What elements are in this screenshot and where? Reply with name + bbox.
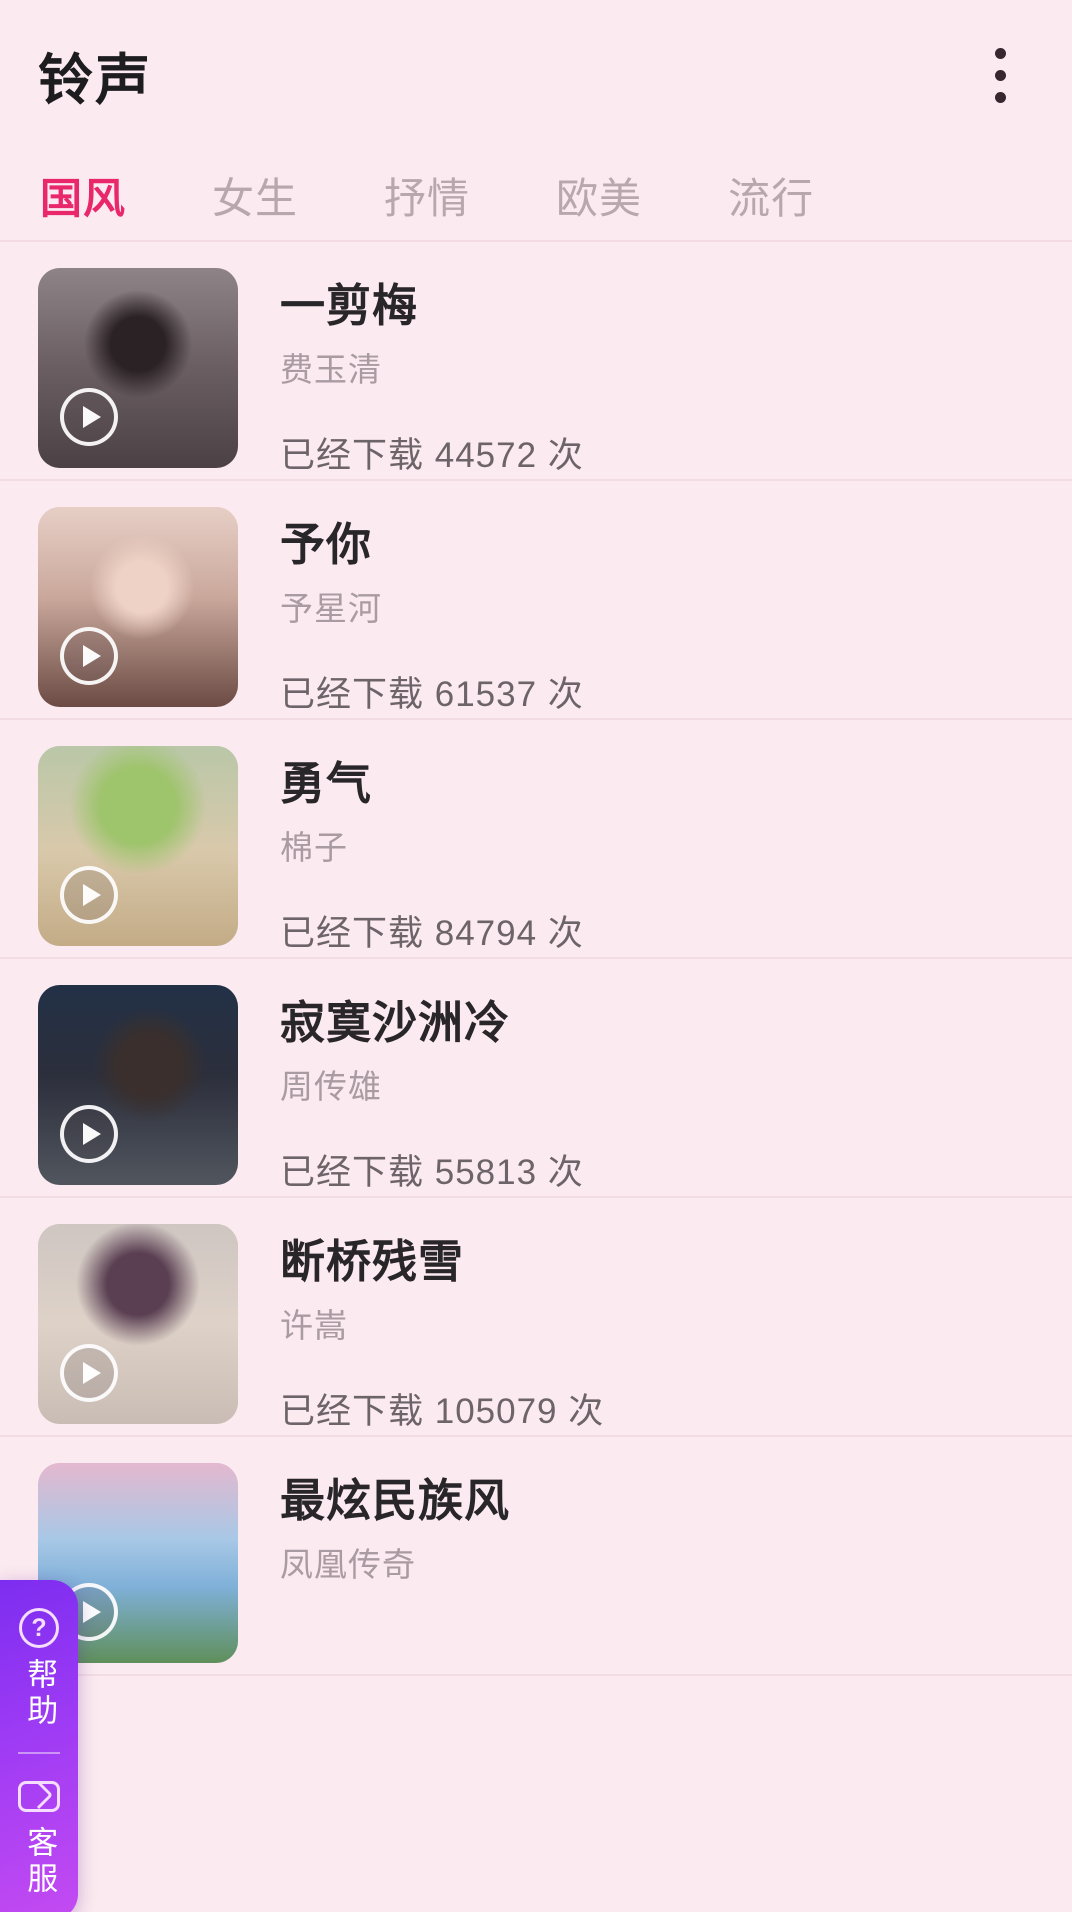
envelope-icon (17, 1774, 61, 1818)
ringtone-thumbnail[interactable] (38, 985, 238, 1185)
ringtone-thumbnail[interactable] (38, 746, 238, 946)
ringtone-info: 勇气棉子已经下载 84794 次 (238, 746, 1072, 956)
ringtone-title: 最炫民族风 (280, 1475, 511, 1526)
ringtone-artist: 凤凰传奇 (280, 1545, 416, 1583)
play-icon[interactable] (60, 1105, 118, 1163)
ringtone-thumbnail[interactable] (38, 1224, 238, 1424)
ringtone-thumbnail[interactable] (38, 507, 238, 707)
tab-0[interactable]: 国风 (40, 165, 126, 226)
ringtone-artist: 许嵩 (280, 1306, 348, 1344)
ringtone-row[interactable]: 最炫民族风 凤凰传奇 (0, 1437, 1072, 1676)
ringtone-title: 予你 (280, 519, 373, 570)
help-label: 帮助 (22, 1658, 58, 1730)
ringtone-row[interactable]: 一剪梅费玉清已经下载 44572 次 (0, 242, 1072, 481)
tab-2[interactable]: 抒情 (384, 165, 470, 226)
ringtone-row[interactable]: 断桥残雪许嵩已经下载 105079 次 (0, 1198, 1072, 1437)
ringtone-download-count: 已经下载 44572 次 (280, 435, 584, 475)
menu-dot (994, 91, 1006, 103)
category-tab-bar: 国风 女生 抒情 欧美 流行 (0, 150, 1072, 242)
page-title: 铃声 (38, 49, 153, 111)
ringtone-info: 寂寞沙洲冷周传雄已经下载 55813 次 (238, 985, 1072, 1195)
ringtone-download-count: 已经下载 55813 次 (280, 1152, 584, 1192)
ringtone-artist: 费玉清 (280, 350, 382, 388)
menu-dot (994, 69, 1006, 81)
ringtone-title: 一剪梅 (280, 280, 419, 331)
ringtone-row[interactable]: 勇气棉子已经下载 84794 次 (0, 720, 1072, 959)
ringtone-info: 予你予星河已经下载 61537 次 (238, 507, 1072, 717)
customer-service-label: 客服 (22, 1826, 58, 1898)
ringtone-info: 断桥残雪许嵩已经下载 105079 次 (238, 1224, 1072, 1434)
tab-3[interactable]: 欧美 (556, 165, 642, 226)
customer-service-entry[interactable]: 客服 (6, 1770, 71, 1906)
question-circle-icon: ? (17, 1606, 61, 1650)
ringtone-artist: 棉子 (280, 828, 348, 866)
ringtone-info: 一剪梅费玉清已经下载 44572 次 (238, 268, 1072, 478)
ringtone-artist: 予星河 (280, 589, 382, 627)
ringtone-list: 一剪梅 费玉清 已经下载 44572 次予你 予星河 已经下载 61537 次勇气 棉子已… (0, 242, 1072, 1676)
ringtone-thumbnail[interactable] (38, 268, 238, 468)
play-icon[interactable] (60, 627, 118, 685)
ringtone-download-count: 已经下载 61537 次 (280, 674, 584, 714)
ringtone-artist: 周传雄 (280, 1067, 382, 1105)
app-header: 铃声 (0, 0, 1072, 150)
ringtone-title: 勇气 (280, 758, 373, 809)
play-icon[interactable] (60, 388, 118, 446)
ringtone-download-count: 已经下载 105079 次 (280, 1391, 605, 1431)
ringtone-title: 断桥残雪 (280, 1236, 465, 1287)
ringtone-title: 寂寞沙洲冷 (280, 997, 511, 1048)
more-options-icon[interactable] (970, 30, 1030, 120)
play-icon[interactable] (60, 1344, 118, 1402)
ringtone-info: 最炫民族风 凤凰传奇 (238, 1463, 1072, 1622)
tab-4[interactable]: 流行 (728, 165, 814, 226)
ringtone-row[interactable]: 寂寞沙洲冷周传雄已经下载 55813 次 (0, 959, 1072, 1198)
help-entry[interactable]: ? 帮助 (6, 1602, 71, 1738)
menu-dot (994, 47, 1006, 59)
ringtone-download-count: 已经下载 84794 次 (280, 913, 584, 953)
play-icon[interactable] (60, 866, 118, 924)
tab-1[interactable]: 女生 (212, 165, 298, 226)
widget-divider (18, 1752, 60, 1754)
floating-support-widget: ? 帮助 客服 (0, 1580, 78, 1912)
ringtone-row[interactable]: 予你予星河已经下载 61537 次 (0, 481, 1072, 720)
